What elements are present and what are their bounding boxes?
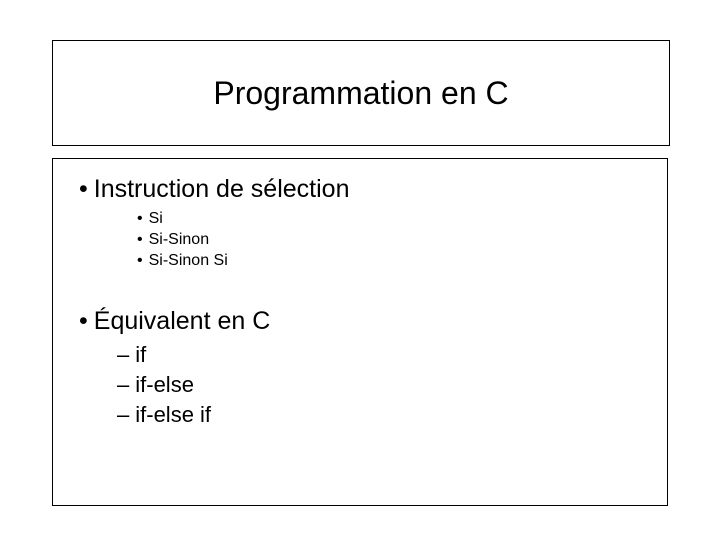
section-heading-1: •Instruction de sélection [65,175,657,204]
list-item: –if-else [65,372,657,398]
slide-title: Programmation en C [213,75,508,112]
bullet-dot-icon: • [137,210,143,227]
bullet-dot-icon: • [137,231,143,248]
section-gap [65,273,657,301]
list-item-text: if [135,342,146,367]
list-item: • Si-Sinon [65,231,657,249]
bullet-dash-icon: – [117,402,129,427]
list-item-text: if-else [135,372,194,397]
section-heading-1-text: Instruction de sélection [94,175,350,203]
list-item-text: if-else if [135,402,211,427]
body-box: •Instruction de sélection •Si •Si-Sinon … [52,158,668,506]
bullet-dash-icon: – [117,372,129,397]
list-item: • Si [65,210,657,228]
section-heading-2-text: Équivalent en C [94,307,271,335]
list-item: –if [65,342,657,368]
list-item-text: Si-Sinon [149,231,209,248]
slide: Programmation en C •Instruction de sélec… [0,0,720,540]
list-item: • Si-Sinon Si [65,252,657,270]
bullet-dash-icon: – [117,342,129,367]
bullet-dot-icon: • [79,307,88,335]
list-item: –if-else if [65,402,657,428]
bullet-dot-icon: • [137,252,143,269]
list-item-text: Si-Sinon Si [149,252,228,269]
list-item-text: Si [149,210,163,227]
title-box: Programmation en C [52,40,670,146]
section-heading-2: •Équivalent en C [65,307,657,336]
bullet-dot-icon: • [79,175,88,203]
